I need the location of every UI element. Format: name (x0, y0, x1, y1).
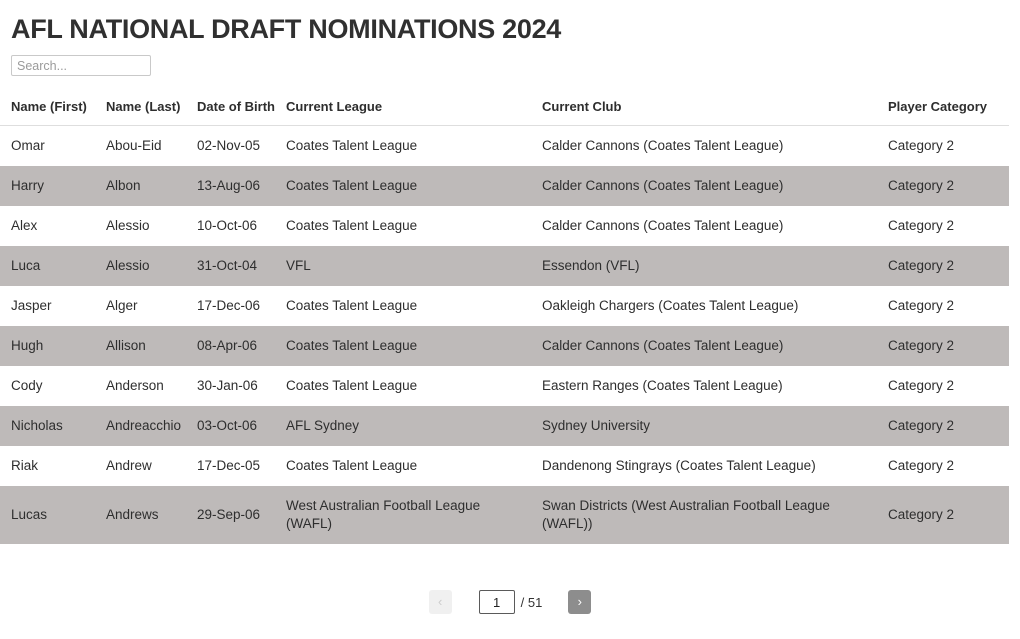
cell-name-last: Anderson (106, 378, 164, 393)
cell-current-league: AFL Sydney (286, 418, 360, 433)
cell-date-of-birth: 31-Oct-04 (197, 258, 258, 273)
cell-current-league: VFL (286, 258, 311, 273)
cell-name-last: Allison (106, 338, 146, 353)
cell-current-club: Oakleigh Chargers (Coates Talent League) (542, 298, 799, 313)
table-row: Cody Anderson 30-Jan-06 Coates Talent Leagu… (0, 366, 1009, 406)
table-row: Riak Andrew 17-Dec-05 Coates Talent League D… (0, 446, 1009, 486)
cell-current-league: Coates Talent League (286, 378, 418, 393)
cell-current-club: Calder Cannons (Coates Talent League) (542, 178, 784, 193)
table-row: Alex Alessio 10-Oct-06 Coates Talent League… (0, 206, 1009, 246)
cell-name-first: Luca (11, 258, 41, 273)
cell-current-club: Swan Districts (West Australian Football… (542, 498, 830, 531)
table-row: Luca Alessio 31-Oct-04 VFL Essendon (VFL) Cat… (0, 246, 1009, 286)
table-row: Nicholas Andreacchio 03-Oct-06 AFL Sydney Sy… (0, 406, 1009, 446)
cell-name-first: Omar (11, 138, 45, 153)
cell-name-last: Andrews (106, 507, 159, 522)
cell-name-last: Alessio (106, 218, 150, 233)
cell-player-category: Category 2 (888, 138, 955, 153)
cell-current-club: Calder Cannons (Coates Talent League) (542, 138, 784, 153)
table-row: Omar Abou-Eid 02-Nov-05 Coates Talent Leagu… (0, 125, 1009, 166)
table-row: Lucas Andrews 29-Sep-06 West Australian Foo… (0, 486, 1009, 544)
column-header-name-first[interactable]: Name (First) (0, 92, 95, 126)
cell-name-first: Jasper (11, 298, 52, 313)
previous-page-button[interactable]: ‹ (428, 590, 452, 614)
cell-date-of-birth: 17-Dec-05 (197, 458, 261, 473)
page-title: AFL NATIONAL DRAFT NOMINATIONS 2024 (11, 14, 562, 44)
table-row: Hugh Allison 08-Apr-06 Coates Talent League… (0, 326, 1009, 366)
pagination: ‹ / 51 › (0, 590, 1020, 614)
cell-current-club: Dandenong Stingrays (Coates Talent Leagu… (542, 458, 816, 473)
page-root: AFL NATIONAL DRAFT NOMINATIONS 2024 Name… (0, 0, 1020, 639)
cell-player-category: Category 2 (888, 218, 955, 233)
cell-player-category: Category 2 (888, 298, 955, 313)
column-header-current-club[interactable]: Current Club (531, 92, 877, 126)
table-row: Harry Albon 13-Aug-06 Coates Talent League C… (0, 166, 1009, 206)
nominations-table: Name (First) Name (Last) Date of Birth C… (0, 92, 1009, 544)
column-header-current-league[interactable]: Current League (275, 92, 531, 126)
cell-player-category: Category 2 (888, 378, 955, 393)
cell-name-last: Alessio (106, 258, 150, 273)
table-header: Name (First) Name (Last) Date of Birth C… (0, 92, 1009, 126)
cell-date-of-birth: 03-Oct-06 (197, 418, 258, 433)
table-row: Jasper Alger 17-Dec-06 Coates Talent League… (0, 286, 1009, 326)
page-number-input[interactable] (478, 590, 515, 614)
cell-player-category: Category 2 (888, 458, 955, 473)
search-input[interactable] (11, 55, 151, 76)
cell-current-club: Calder Cannons (Coates Talent League) (542, 218, 784, 233)
cell-name-last: Abou-Eid (106, 138, 162, 153)
cell-date-of-birth: 17-Dec-06 (197, 298, 261, 313)
cell-player-category: Category 2 (888, 338, 955, 353)
search-row (0, 46, 1020, 76)
cell-current-club: Eastern Ranges (Coates Talent League) (542, 378, 783, 393)
column-header-date-of-birth[interactable]: Date of Birth (186, 92, 275, 126)
cell-date-of-birth: 02-Nov-05 (197, 138, 261, 153)
cell-name-first: Cody (11, 378, 43, 393)
cell-current-league: Coates Talent League (286, 178, 418, 193)
table-container: Name (First) Name (Last) Date of Birth C… (0, 92, 1020, 544)
total-pages-label: / 51 (520, 594, 543, 610)
cell-name-last: Albon (106, 178, 141, 193)
cell-current-club: Essendon (VFL) (542, 258, 640, 273)
column-header-player-category[interactable]: Player Category (877, 92, 1009, 126)
table-header-row: Name (First) Name (Last) Date of Birth C… (0, 92, 1009, 126)
cell-name-first: Riak (11, 458, 39, 473)
cell-name-first: Lucas (11, 507, 48, 522)
cell-date-of-birth: 13-Aug-06 (197, 178, 261, 193)
table-body: Omar Abou-Eid 02-Nov-05 Coates Talent Leagu… (0, 125, 1009, 544)
cell-name-first: Harry (11, 178, 44, 193)
cell-current-league: Coates Talent League (286, 338, 418, 353)
cell-current-league: Coates Talent League (286, 218, 418, 233)
cell-current-league: Coates Talent League (286, 458, 418, 473)
cell-player-category: Category 2 (888, 178, 955, 193)
cell-name-first: Hugh (11, 338, 44, 353)
cell-player-category: Category 2 (888, 258, 955, 273)
cell-name-last: Andreacchio (106, 418, 182, 433)
cell-name-last: Alger (106, 298, 138, 313)
cell-current-league: Coates Talent League (286, 138, 418, 153)
cell-date-of-birth: 08-Apr-06 (197, 338, 258, 353)
next-page-button[interactable]: › (568, 590, 592, 614)
cell-date-of-birth: 29-Sep-06 (197, 507, 261, 522)
cell-current-league: Coates Talent League (286, 298, 418, 313)
cell-current-club: Calder Cannons (Coates Talent League) (542, 338, 784, 353)
cell-player-category: Category 2 (888, 418, 955, 433)
cell-name-first: Nicholas (11, 418, 63, 433)
cell-name-last: Andrew (106, 458, 152, 473)
cell-current-club: Sydney University (542, 418, 651, 433)
cell-date-of-birth: 10-Oct-06 (197, 218, 258, 233)
cell-date-of-birth: 30-Jan-06 (197, 378, 258, 393)
cell-name-first: Alex (11, 218, 38, 233)
cell-current-league: West Australian Football League (WAFL) (286, 498, 481, 531)
column-header-name-last[interactable]: Name (Last) (95, 92, 186, 126)
cell-player-category: Category 2 (888, 507, 955, 522)
